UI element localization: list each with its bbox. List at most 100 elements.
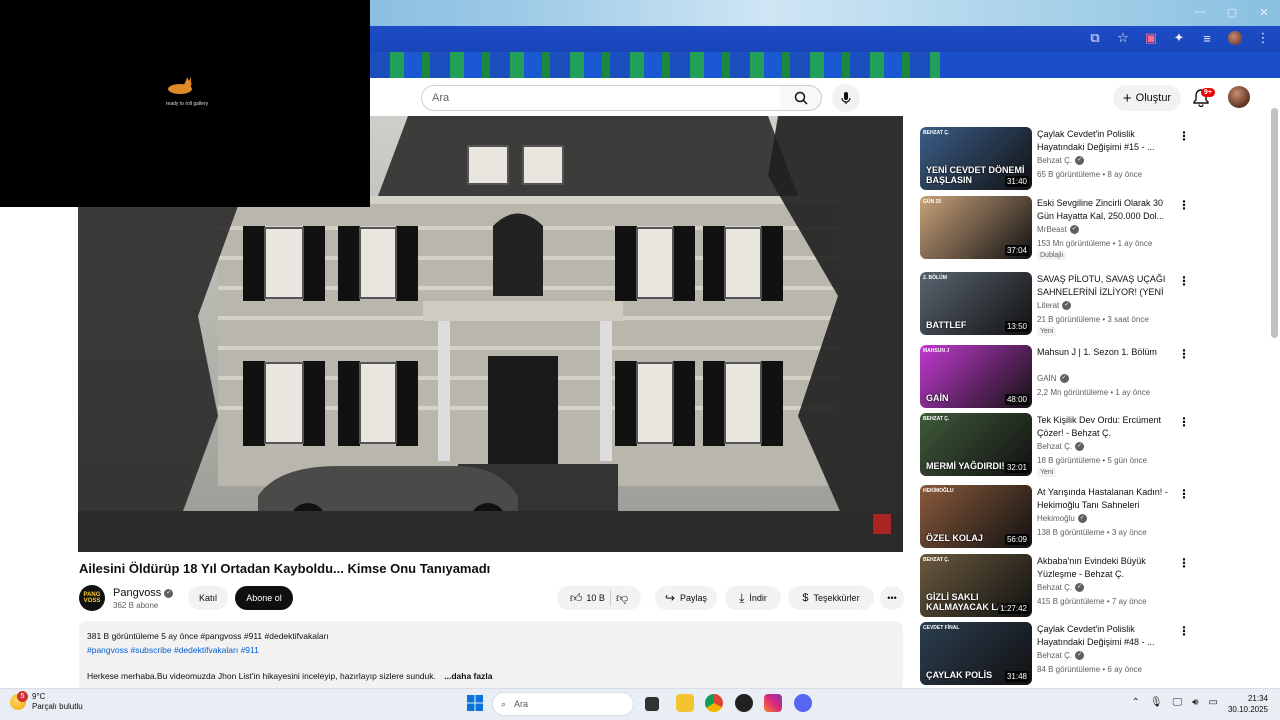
- show-more-link[interactable]: ...daha fazla: [444, 671, 492, 681]
- recommendation-menu-icon[interactable]: ⋮: [1178, 129, 1190, 143]
- recommendation-channel[interactable]: Behzat Ç.: [1037, 651, 1072, 660]
- account-avatar[interactable]: [1228, 86, 1250, 108]
- browser-menu-icon[interactable]: ⋮: [1256, 30, 1270, 46]
- recommendation-channel[interactable]: Behzat Ç.: [1037, 156, 1072, 165]
- recommendation-item[interactable]: BEHZAT Ç. GİZLİ SAKLI KALMAYACAK LA! 1:27:…: [920, 554, 1190, 618]
- verified-check-icon: ✓: [1059, 374, 1069, 383]
- recommendation-channel-row[interactable]: Behzat Ç. ✓: [1037, 651, 1085, 660]
- recommendation-title[interactable]: Akbaba'nın Evindeki Büyük Yüzleşme - Beh…: [1037, 555, 1173, 581]
- recommendation-title[interactable]: Tek Kişilik Dev Ordu: Ercüment Çözer! - …: [1037, 414, 1173, 440]
- channel-name-row[interactable]: Pangvoss ✓: [113, 587, 174, 599]
- video-thumbnail[interactable]: BEHZAT Ç. YENİ CEVDET DÖNEMİ BAŞLASIN 31:4…: [920, 127, 1032, 190]
- recommendation-channel[interactable]: Literat: [1037, 301, 1059, 310]
- description-box[interactable]: 381 B görüntüleme 5 ay önce #pangvoss #9…: [79, 621, 903, 691]
- recommendation-title[interactable]: At Yarışında Hastalanan Kadın! - Hekimoğ…: [1037, 486, 1173, 512]
- share-button[interactable]: ↪ Paylaş: [655, 586, 717, 610]
- discord-icon[interactable]: [794, 694, 812, 712]
- create-button[interactable]: + Oluştur: [1113, 85, 1181, 111]
- close-button[interactable]: ✕: [1248, 0, 1280, 24]
- video-thumbnail[interactable]: MAHSUN J GAİN 48:00: [920, 345, 1032, 408]
- thanks-button[interactable]: $ Teşekkürler: [788, 586, 874, 610]
- recommendation-menu-icon[interactable]: ⋮: [1178, 347, 1190, 361]
- recommendation-channel-row[interactable]: Behzat Ç. ✓: [1037, 442, 1085, 451]
- extension-icon[interactable]: ▣: [1144, 30, 1158, 46]
- recommendation-item[interactable]: BEHZAT Ç. MERMİ YAĞDIRDI! 32:01 Tek Kişilik…: [920, 413, 1190, 477]
- recommendation-badge: Yeni: [1037, 468, 1057, 477]
- minimize-button[interactable]: —: [1184, 0, 1216, 24]
- channel-avatar[interactable]: PANG VOSS: [79, 585, 105, 611]
- recommendation-menu-icon[interactable]: ⋮: [1178, 415, 1190, 429]
- like-button[interactable]: 👍︎ 10 B: [570, 591, 605, 606]
- recommendation-channel-row[interactable]: MrBeast ✓: [1037, 225, 1079, 234]
- video-thumbnail[interactable]: BEHZAT Ç. GİZLİ SAKLI KALMAYACAK LA! 1:27:…: [920, 554, 1032, 617]
- instagram-icon[interactable]: [764, 694, 782, 712]
- battery-icon[interactable]: ▭: [1209, 697, 1218, 708]
- channel-name[interactable]: Pangvoss: [113, 587, 161, 599]
- recommendation-channel-row[interactable]: Behzat Ç. ✓: [1037, 156, 1085, 165]
- reading-list-icon[interactable]: ≡: [1200, 31, 1214, 46]
- recommendation-channel[interactable]: MrBeast: [1037, 225, 1067, 234]
- scrollbar-thumb[interactable]: [1271, 108, 1278, 338]
- chevron-up-icon[interactable]: ⌃: [1132, 697, 1140, 708]
- recommendation-channel-row[interactable]: GAİN ✓: [1037, 374, 1069, 383]
- recommendation-item[interactable]: MAHSUN J GAİN 48:00 Mahsun J | 1. Sezon 1. …: [920, 345, 1190, 409]
- voice-search-button[interactable]: [832, 84, 860, 112]
- recommendation-title[interactable]: Çaylak Cevdet'in Polislik Hayatındaki De…: [1037, 623, 1173, 649]
- video-thumbnail[interactable]: CEVDET FİNAL ÇAYLAK POLİS 31:48: [920, 622, 1032, 685]
- maximize-button[interactable]: ▢: [1216, 0, 1248, 24]
- recommendation-channel[interactable]: Hekimoğlu: [1037, 514, 1075, 523]
- recommendation-channel-row[interactable]: Literat ✓: [1037, 301, 1072, 310]
- recommendation-title[interactable]: Eski Sevgiline Zincirli Olarak 30 Gün Ha…: [1037, 197, 1173, 223]
- recommendation-menu-icon[interactable]: ⋮: [1178, 624, 1190, 638]
- recommendation-item[interactable]: CEVDET FİNAL ÇAYLAK POLİS 31:48 Çaylak Cevd…: [920, 622, 1190, 686]
- recommendation-item[interactable]: 2. BÖLÜM BATTLEF 13:50 SAVAŞ PİLOTU, SAVAŞ …: [920, 272, 1190, 336]
- video-thumbnail[interactable]: 2. BÖLÜM BATTLEF 13:50: [920, 272, 1032, 335]
- video-thumbnail[interactable]: HEKİMOĞLU ÖZEL KOLAJ 56:09: [920, 485, 1032, 548]
- install-app-icon[interactable]: ⧉: [1088, 30, 1102, 46]
- network-icon[interactable]: 🖵: [1173, 697, 1183, 708]
- thumbnail-caption: ÇAYLAK POLİS: [926, 670, 993, 680]
- recommendation-menu-icon[interactable]: ⋮: [1178, 198, 1190, 212]
- recommendation-title[interactable]: SAVAŞ PİLOTU, SAVAŞ UÇAĞI SAHNELERİNİ İZ…: [1037, 273, 1173, 299]
- recommendation-channel[interactable]: Behzat Ç.: [1037, 442, 1072, 451]
- recommendation-menu-icon[interactable]: ⋮: [1178, 274, 1190, 288]
- recommendation-channel-row[interactable]: Behzat Ç. ✓: [1037, 583, 1085, 592]
- recommendation-channel-row[interactable]: Hekimoğlu ✓: [1037, 514, 1087, 523]
- taskbar-search[interactable]: ⌕ Ara: [492, 692, 634, 716]
- taskbar-clock[interactable]: 21:34 30.10.2025: [1222, 693, 1268, 715]
- recommendation-item[interactable]: HEKİMOĞLU ÖZEL KOLAJ 56:09 At Yarışında Has…: [920, 485, 1190, 549]
- recommendation-meta: 153 Mn görüntüleme • 1 ay önce: [1037, 239, 1153, 248]
- system-tray: ⌃ 🎙︎ 🖵 🔊︎ ▭: [1132, 697, 1219, 708]
- recommendation-title[interactable]: Mahsun J | 1. Sezon 1. Bölüm: [1037, 346, 1173, 359]
- search-button[interactable]: [780, 85, 822, 111]
- recommendation-menu-icon[interactable]: ⋮: [1178, 556, 1190, 570]
- task-view-icon[interactable]: [645, 697, 659, 711]
- video-thumbnail[interactable]: GÜN 29 37:04: [920, 196, 1032, 259]
- video-thumbnail[interactable]: BEHZAT Ç. MERMİ YAĞDIRDI! 32:01: [920, 413, 1032, 476]
- profile-avatar[interactable]: [1228, 31, 1242, 45]
- recommendation-item[interactable]: GÜN 29 37:04 Eski Sevgiline Zincirli Olara…: [920, 196, 1190, 260]
- download-button[interactable]: ⤓ İndir: [725, 586, 781, 610]
- puzzle-icon[interactable]: ✦: [1172, 30, 1186, 46]
- recommendation-menu-icon[interactable]: ⋮: [1178, 487, 1190, 501]
- recommendation-channel[interactable]: GAİN: [1037, 374, 1057, 383]
- more-actions-button[interactable]: •••: [880, 586, 904, 610]
- recommendation-badge: Dublajlı: [1037, 251, 1067, 260]
- app-icon[interactable]: [735, 694, 753, 712]
- description-hashtags[interactable]: #pangvoss #subscribe #dedektifvakaları #…: [87, 645, 895, 655]
- dislike-button[interactable]: 👎︎: [616, 591, 628, 606]
- search-input[interactable]: Ara: [421, 85, 781, 111]
- recommendation-item[interactable]: BEHZAT Ç. YENİ CEVDET DÖNEMİ BAŞLASIN 31:4…: [920, 127, 1190, 191]
- chrome-icon[interactable]: [705, 694, 723, 712]
- subscribe-button[interactable]: Abone ol: [235, 586, 293, 610]
- bookmark-star-icon[interactable]: ☆: [1116, 30, 1130, 46]
- join-button[interactable]: Katıl: [188, 586, 228, 610]
- recommendation-title[interactable]: Çaylak Cevdet'in Polislik Hayatındaki De…: [1037, 128, 1173, 154]
- windows-start-icon[interactable]: [467, 695, 483, 711]
- volume-icon[interactable]: 🔊︎: [1192, 697, 1198, 708]
- microphone-icon[interactable]: 🎙︎: [1150, 697, 1163, 708]
- recommendation-channel[interactable]: Behzat Ç.: [1037, 583, 1072, 592]
- thumbs-down-icon: 👎︎: [615, 590, 629, 605]
- file-explorer-icon[interactable]: [676, 694, 694, 712]
- taskbar: [0, 688, 1280, 720]
